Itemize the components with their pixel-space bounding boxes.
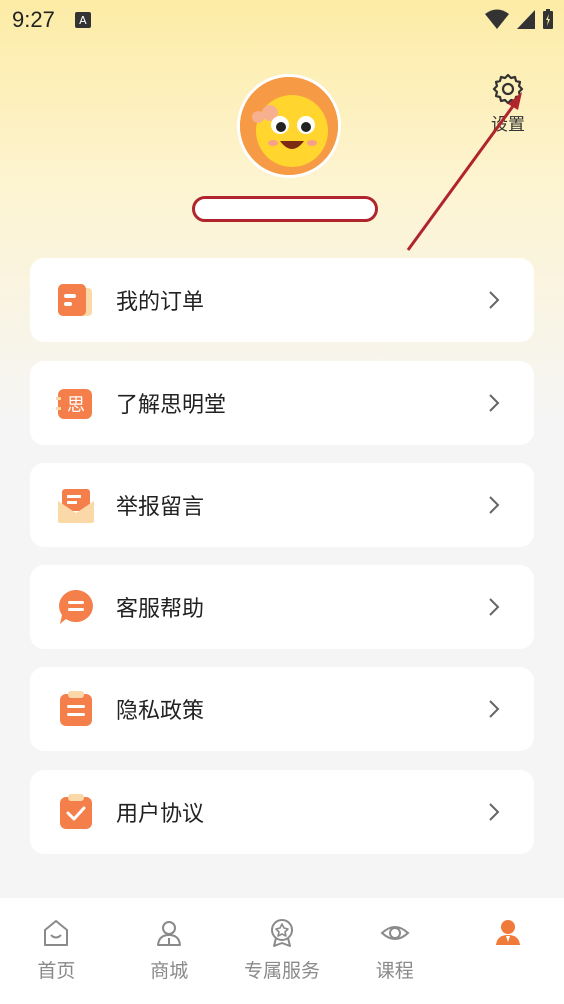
menu-item-label: 客服帮助	[116, 597, 205, 622]
clipboard-icon	[56, 689, 96, 729]
about-icon-text: 思	[67, 395, 85, 416]
menu-item-label: 举报留言	[116, 495, 205, 520]
tab-home[interactable]: 首页	[0, 898, 113, 1004]
chevron-right-icon	[489, 291, 500, 309]
menu-item-about[interactable]: 思 了解思明堂	[30, 361, 534, 445]
notification-icon: A	[74, 12, 91, 28]
menu-item-support[interactable]: 客服帮助	[30, 565, 534, 649]
about-icon: 思	[56, 383, 96, 423]
chevron-right-icon	[489, 700, 500, 718]
settings-label: 设置	[491, 115, 525, 135]
status-icons	[484, 8, 554, 30]
profile-icon	[495, 920, 520, 945]
bottom-tab-bar: 首页 商城 专属服务 课程	[0, 898, 564, 1004]
order-icon	[56, 280, 96, 320]
status-bar: 9:27 A	[0, 0, 564, 40]
menu-item-report[interactable]: 举报留言	[30, 463, 534, 547]
username-field	[192, 196, 378, 222]
wifi-icon	[485, 9, 509, 29]
badge-icon	[270, 919, 293, 947]
eye-icon	[380, 926, 410, 940]
menu-item-label: 我的订单	[116, 290, 205, 315]
menu-item-privacy[interactable]: 隐私政策	[30, 667, 534, 751]
menu-item-orders[interactable]: 我的订单	[30, 258, 534, 342]
envelope-icon	[56, 485, 96, 525]
user-outline-icon	[157, 921, 182, 946]
home-icon	[44, 920, 69, 946]
menu-item-label: 了解思明堂	[116, 393, 227, 418]
avatar-emoji-icon	[240, 77, 338, 175]
signal-icon	[517, 10, 535, 29]
tab-label: 课程	[375, 960, 414, 982]
chevron-right-icon	[489, 496, 500, 514]
chevron-right-icon	[489, 803, 500, 821]
tab-mall[interactable]: 商城	[113, 898, 226, 1004]
tab-courses[interactable]: 课程	[338, 898, 451, 1004]
gear-icon	[492, 73, 524, 105]
tab-label: 专属服务	[243, 960, 320, 982]
menu-item-label: 用户协议	[116, 802, 205, 827]
menu-item-label: 隐私政策	[116, 699, 205, 724]
chevron-right-icon	[489, 598, 500, 616]
tab-exclusive-service[interactable]: 专属服务	[226, 898, 339, 1004]
battery-icon	[543, 9, 553, 29]
agreement-icon	[56, 792, 96, 832]
menu-item-agreement[interactable]: 用户协议	[30, 770, 534, 854]
tab-label: 首页	[37, 960, 76, 982]
settings-button[interactable]: 设置	[488, 72, 528, 135]
status-time: 9:27	[12, 7, 55, 32]
avatar[interactable]	[237, 74, 341, 178]
chat-icon	[56, 587, 96, 627]
chevron-right-icon	[489, 394, 500, 412]
tab-label: 商城	[150, 960, 189, 982]
tab-profile[interactable]	[451, 898, 564, 1004]
